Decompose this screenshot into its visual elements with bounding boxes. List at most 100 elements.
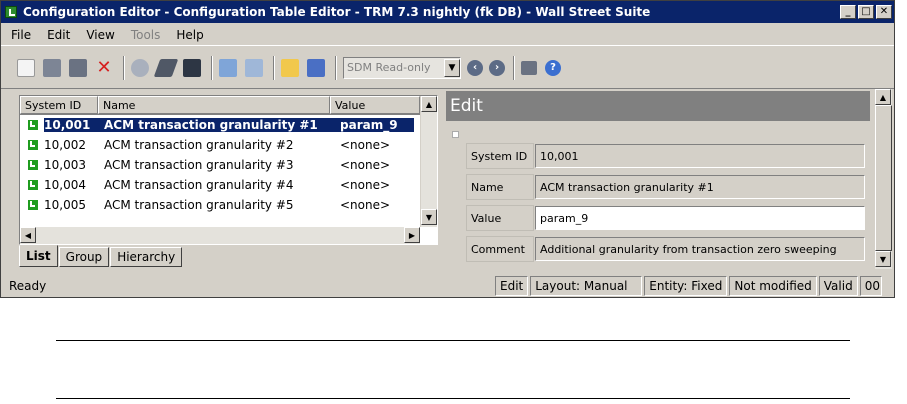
status-entity: Entity: Fixed (644, 275, 728, 296)
sdm-mode-select[interactable]: SDM Read-only ▼ (343, 56, 461, 79)
scroll-left-icon[interactable]: ◀ (20, 227, 36, 243)
help-icon[interactable]: ? (545, 59, 561, 76)
edit-panel: Edit System ID 10,001 Name ACM transacti… (446, 91, 870, 271)
forward-icon[interactable]: › (489, 59, 505, 76)
divider (56, 398, 850, 399)
tab-group[interactable]: Group (58, 247, 110, 267)
row-value: <none> (340, 158, 391, 172)
system-id-field: 10,001 (535, 144, 865, 168)
status-mode: Edit (495, 275, 529, 296)
list-vertical-scrollbar[interactable]: ▲ ▼ (420, 96, 437, 227)
close-button[interactable]: ✕ (876, 5, 892, 19)
column-system-id[interactable]: System ID (20, 96, 98, 114)
window-title: Configuration Editor - Configuration Tab… (23, 5, 651, 19)
table-row[interactable]: 10,001 ACM transaction granularity #1 pa… (20, 115, 437, 135)
status-bar: Ready Edit Layout: Manual Entity: Fixed … (1, 274, 894, 297)
row-value: param_9 (338, 118, 414, 132)
field-label: Value (466, 205, 534, 231)
open-folder-icon[interactable] (281, 58, 299, 77)
field-name: Name ACM transaction granularity #1 (466, 174, 865, 200)
sdm-mode-value: SDM Read-only (347, 61, 431, 74)
back-icon[interactable]: ‹ (467, 59, 483, 76)
toolbar-separator (335, 55, 337, 80)
row-name: ACM transaction granularity #5 (104, 198, 294, 212)
info-icon[interactable] (307, 58, 325, 77)
row-value: <none> (340, 198, 391, 212)
app-window: Configuration Editor - Configuration Tab… (0, 0, 895, 298)
list-horizontal-scrollbar[interactable]: ◀ ▶ (20, 227, 420, 244)
new-icon[interactable] (17, 58, 35, 77)
status-message: Ready (9, 278, 47, 293)
menu-tools[interactable]: Tools (131, 28, 161, 42)
tab-list[interactable]: List (19, 245, 58, 267)
collapse-icon[interactable] (452, 131, 459, 138)
table-row[interactable]: 10,004 ACM transaction granularity #4 <n… (20, 175, 437, 195)
row-name: ACM transaction granularity #2 (104, 138, 294, 152)
scroll-up-icon[interactable]: ▲ (421, 96, 437, 112)
status-valid: Valid (818, 275, 858, 296)
table-row[interactable]: 10,005 ACM transaction granularity #5 <n… (20, 195, 437, 215)
list-header: System ID Name Value (20, 96, 437, 115)
title-bar[interactable]: Configuration Editor - Configuration Tab… (1, 1, 894, 23)
eraser-icon[interactable] (153, 58, 179, 77)
field-label: Name (466, 174, 534, 200)
save-icon[interactable] (43, 58, 61, 77)
list-panel: System ID Name Value 10,001 ACM transact… (19, 95, 438, 245)
edit-vertical-scrollbar[interactable]: ▲ ▼ (874, 89, 892, 269)
scroll-down-icon[interactable]: ▼ (421, 209, 437, 225)
maximize-button[interactable]: □ (858, 5, 874, 19)
view-tabs: List Group Hierarchy (19, 245, 183, 269)
entry-icon (28, 180, 38, 190)
toolbar-separator (123, 55, 125, 80)
menu-file[interactable]: File (11, 28, 31, 42)
scroll-right-icon[interactable]: ▶ (404, 227, 420, 243)
menu-help[interactable]: Help (176, 28, 203, 42)
scroll-up-icon[interactable]: ▲ (875, 89, 891, 105)
comment-field[interactable]: Additional granularity from transaction … (535, 237, 865, 261)
row-id: 10,001 (44, 118, 102, 132)
refresh-icon[interactable] (131, 58, 149, 77)
scroll-track[interactable] (421, 112, 437, 209)
field-label: Comment (466, 236, 534, 262)
divider (56, 340, 850, 341)
row-name: ACM transaction granularity #3 (104, 158, 294, 172)
row-id: 10,003 (44, 158, 86, 172)
entry-icon (28, 200, 38, 210)
entry-icon (28, 160, 38, 170)
entry-icon (28, 120, 38, 130)
chevron-down-icon[interactable]: ▼ (444, 58, 460, 77)
tab-hierarchy[interactable]: Hierarchy (110, 247, 183, 267)
field-system-id: System ID 10,001 (466, 143, 865, 169)
column-value[interactable]: Value (330, 96, 420, 114)
table-row[interactable]: 10,003 ACM transaction granularity #3 <n… (20, 155, 437, 175)
row-name: ACM transaction granularity #4 (104, 178, 294, 192)
field-comment: Comment Additional granularity from tran… (466, 236, 865, 262)
row-value: <none> (340, 138, 391, 152)
grid-icon[interactable] (245, 58, 263, 77)
save-all-icon[interactable] (69, 58, 87, 77)
status-layout: Layout: Manual (530, 275, 643, 296)
value-input[interactable]: param_9 (535, 206, 865, 230)
row-name: ACM transaction granularity #1 (102, 118, 338, 132)
column-name[interactable]: Name (98, 96, 330, 114)
edit-header: Edit (446, 91, 870, 121)
window-icon[interactable] (521, 60, 537, 75)
table-row[interactable]: 10,002 ACM transaction granularity #2 <n… (20, 135, 437, 155)
toolbar-separator (513, 55, 515, 80)
menu-edit[interactable]: Edit (47, 28, 70, 42)
field-label: System ID (466, 143, 534, 169)
app-icon (5, 6, 17, 18)
row-id: 10,004 (44, 178, 86, 192)
minimize-button[interactable]: _ (840, 5, 856, 19)
toolbar: ✕ SDM Read-only ▼ ‹ › ? (1, 47, 894, 89)
find-icon[interactable] (183, 58, 201, 77)
table-icon[interactable] (219, 58, 237, 77)
status-extra: 00: (859, 275, 882, 296)
toolbar-separator (211, 55, 213, 80)
name-field: ACM transaction granularity #1 (535, 175, 865, 199)
scroll-thumb[interactable] (875, 105, 892, 251)
status-modified: Not modified (729, 275, 817, 296)
scroll-down-icon[interactable]: ▼ (875, 251, 891, 267)
delete-icon[interactable]: ✕ (95, 58, 113, 77)
menu-view[interactable]: View (86, 28, 114, 42)
